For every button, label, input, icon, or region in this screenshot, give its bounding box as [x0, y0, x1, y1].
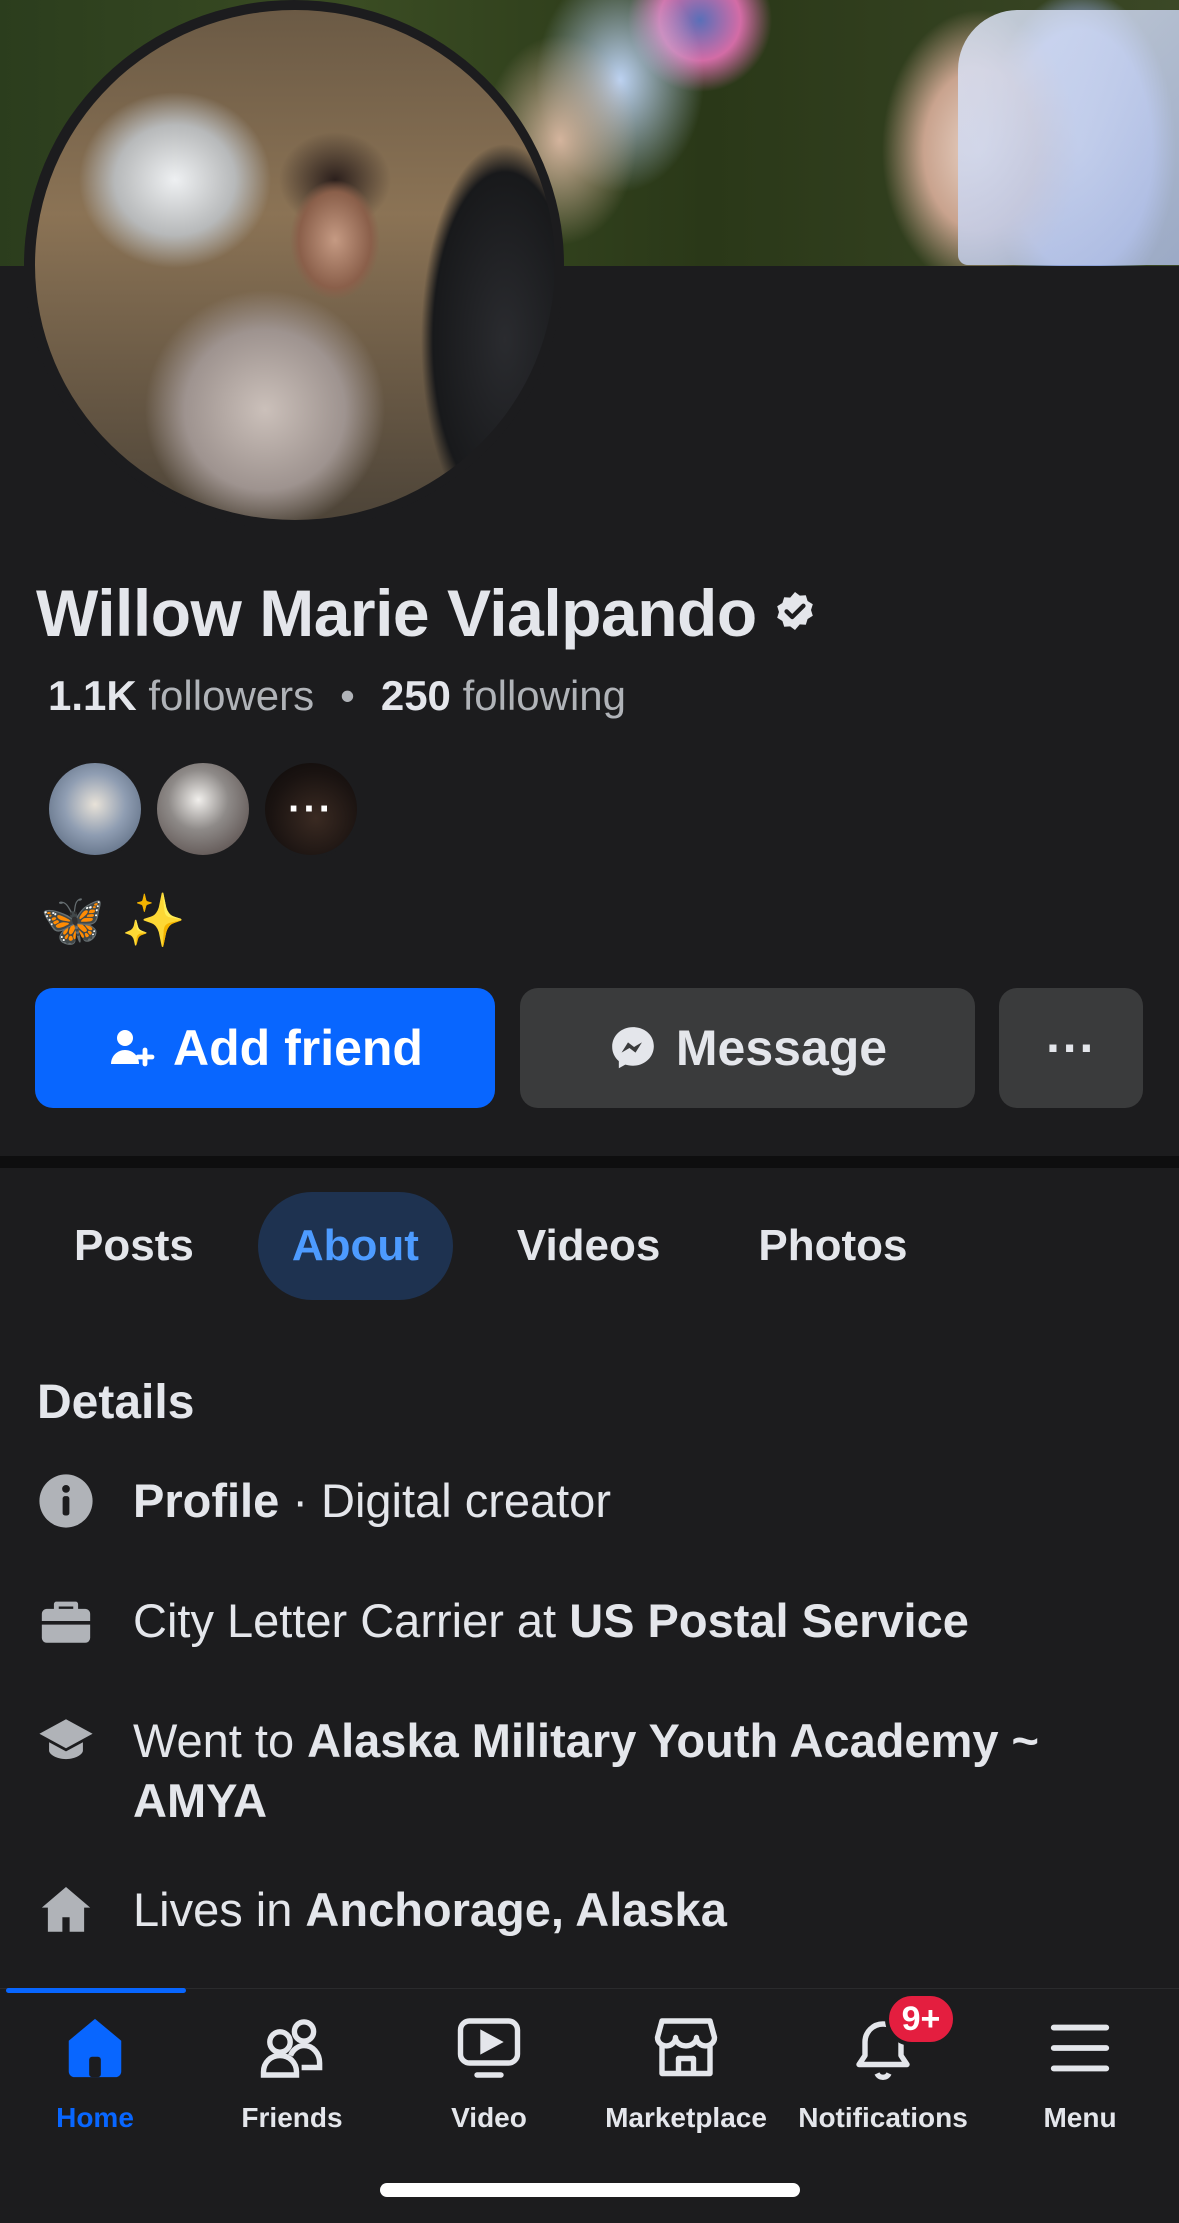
detail-profile-value: · Digital creator: [279, 1474, 611, 1527]
detail-work: City Letter Carrier at US Postal Service: [36, 1591, 1143, 1651]
nav-video-label: Video: [451, 2102, 527, 2133]
detail-lives-prefix: Lives in: [133, 1883, 306, 1936]
nav-menu[interactable]: Menu: [982, 2008, 1178, 2148]
more-options-button[interactable]: ···: [999, 988, 1143, 1108]
nav-friends-label: Friends: [241, 2102, 343, 2133]
detail-education-prefix: Went to: [133, 1714, 308, 1767]
following-label: following: [462, 672, 627, 719]
message-label: Message: [675, 1020, 888, 1076]
following-link[interactable]: 250 following: [381, 672, 626, 720]
nav-home-label: Home: [56, 2102, 134, 2133]
info-icon: [36, 1471, 96, 1531]
message-button[interactable]: Message: [520, 988, 975, 1108]
video-icon: [449, 2008, 529, 2088]
bell-icon: 9+: [843, 1992, 957, 2088]
mutual-friends[interactable]: ···: [46, 760, 370, 858]
tab-photos[interactable]: Photos: [724, 1192, 941, 1300]
detail-lives-text: Lives in Anchorage, Alaska: [133, 1880, 1143, 1940]
messenger-icon: [612, 1027, 654, 1069]
nav-home[interactable]: Home: [0, 2008, 193, 2148]
nav-friends[interactable]: Friends: [194, 2008, 390, 2148]
detail-profile: Profile · Digital creator: [36, 1471, 1143, 1531]
tab-videos[interactable]: Videos: [483, 1192, 694, 1300]
followers-link[interactable]: 1.1K followers: [48, 672, 314, 720]
mutual-friends-more[interactable]: ···: [262, 760, 360, 858]
detail-profile-label: Profile: [133, 1474, 280, 1527]
nav-video[interactable]: Video: [391, 2008, 587, 2148]
detail-lives: Lives in Anchorage, Alaska: [36, 1880, 1143, 1940]
mutual-friend-avatar[interactable]: [46, 760, 144, 858]
more-dots-icon: ···: [1046, 1020, 1096, 1076]
nav-notifications[interactable]: 9+ Notifications: [785, 1992, 981, 2148]
detail-work-prefix: City Letter Carrier at: [133, 1594, 570, 1647]
add-friend-icon: [111, 1030, 155, 1067]
cover-photo-detail: [958, 10, 1179, 265]
profile-page: Willow Marie Vialpando 1.1K followers • …: [0, 0, 1179, 2223]
details-heading: Details: [37, 1376, 195, 1429]
detail-lives-link[interactable]: Anchorage, Alaska: [305, 1883, 726, 1936]
profile-stats: 1.1K followers • 250 following: [48, 672, 626, 720]
verified-badge-icon[interactable]: [771, 589, 819, 637]
followers-label: followers: [148, 672, 315, 719]
home-icon: [36, 1880, 96, 1940]
home-indicator-bar[interactable]: [380, 2183, 800, 2197]
profile-tabs: Posts About Videos Photos: [40, 1192, 971, 1300]
following-count: 250: [380, 672, 451, 719]
briefcase-icon: [36, 1591, 96, 1651]
graduation-cap-icon: [36, 1711, 96, 1771]
friends-icon: [252, 2008, 332, 2088]
hamburger-menu-icon: [1040, 2008, 1120, 2088]
tab-about[interactable]: About: [257, 1192, 453, 1300]
nav-marketplace-label: Marketplace: [605, 2102, 767, 2133]
detail-work-link[interactable]: US Postal Service: [569, 1594, 969, 1647]
section-divider: [0, 1156, 1179, 1168]
detail-education: Went to Alaska Military Youth Academy ~ …: [36, 1711, 1143, 1831]
home-icon: [55, 2008, 135, 2088]
more-dots-icon: ···: [288, 786, 334, 831]
stats-separator: •: [340, 672, 355, 719]
marketplace-icon: [646, 2008, 726, 2088]
add-friend-button[interactable]: Add friend: [35, 988, 495, 1108]
profile-bio: 🦋 ✨: [40, 891, 187, 951]
detail-profile-text: Profile · Digital creator: [133, 1471, 1143, 1531]
profile-name: Willow Marie Vialpando: [36, 576, 757, 650]
nav-marketplace[interactable]: Marketplace: [588, 2008, 784, 2148]
notifications-badge: 9+: [885, 1992, 957, 2046]
detail-education-text: Went to Alaska Military Youth Academy ~ …: [133, 1711, 1143, 1831]
profile-avatar[interactable]: [35, 10, 555, 520]
add-friend-label: Add friend: [173, 1020, 423, 1076]
mutual-friend-avatar[interactable]: [154, 760, 252, 858]
detail-work-text: City Letter Carrier at US Postal Service: [133, 1591, 1143, 1651]
followers-count: 1.1K: [48, 672, 137, 719]
nav-notifications-label: Notifications: [798, 2102, 968, 2133]
nav-menu-label: Menu: [1043, 2102, 1117, 2133]
tab-posts[interactable]: Posts: [40, 1192, 228, 1300]
nav-active-indicator: [6, 1988, 186, 1993]
profile-name-row: Willow Marie Vialpando: [36, 575, 819, 651]
